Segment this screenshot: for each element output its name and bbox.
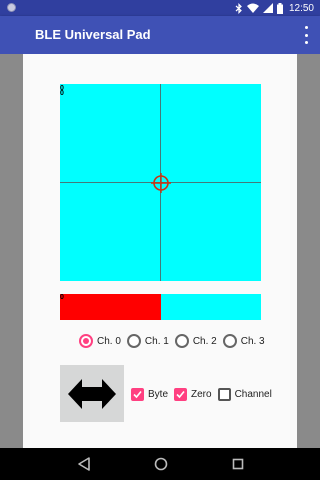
byte-checkbox[interactable]: Byte xyxy=(131,387,169,401)
radio-button[interactable] xyxy=(79,334,93,348)
wifi-icon xyxy=(246,3,259,13)
touch-pad[interactable]: 0 0 xyxy=(60,84,261,281)
checkbox-label: Byte xyxy=(148,388,169,400)
radio-ch-0[interactable]: Ch. 0 xyxy=(79,334,121,348)
radio-ch-2[interactable]: Ch. 2 xyxy=(174,334,217,348)
status-time: 12:50 xyxy=(288,2,314,14)
notification-dot-icon xyxy=(7,3,16,12)
crosshair-icon[interactable] xyxy=(151,173,171,193)
radio-label: Ch. 0 xyxy=(97,335,121,347)
app-title: BLE Universal Pad xyxy=(35,27,151,42)
zero-checkbox[interactable]: Zero xyxy=(174,387,212,401)
overflow-menu-icon[interactable] xyxy=(302,26,310,44)
radio-button[interactable] xyxy=(126,334,141,348)
radio-ch-3[interactable]: Ch. 3 xyxy=(222,334,265,348)
pad-y-value: 0 xyxy=(60,90,64,97)
left-margin xyxy=(0,54,23,448)
radio-button[interactable] xyxy=(174,334,189,348)
battery-icon xyxy=(276,2,283,14)
checkbox-label: Channel xyxy=(234,388,272,400)
value-slider[interactable]: 0 xyxy=(60,294,261,320)
navigation-bar xyxy=(0,448,320,480)
radio-label: Ch. 3 xyxy=(240,335,265,347)
checkmark-icon xyxy=(133,390,142,398)
cell-signal-icon xyxy=(262,3,273,13)
direction-toggle-button[interactable] xyxy=(60,365,124,422)
radio-label: Ch. 2 xyxy=(192,335,217,347)
checkbox-box[interactable] xyxy=(174,387,188,401)
recent-apps-icon[interactable] xyxy=(231,456,245,472)
checkbox-label: Zero xyxy=(191,388,212,400)
bluetooth-icon xyxy=(235,2,242,14)
app-bar: BLE Universal Pad xyxy=(0,16,320,54)
channel-checkbox[interactable]: Channel xyxy=(217,387,272,401)
options-checkboxes: Byte Zero Channel xyxy=(131,386,278,402)
home-icon[interactable] xyxy=(154,456,168,472)
status-icons: 12:50 xyxy=(235,0,314,16)
main-content: 0 0 0 Ch. 0 Ch. 1 Ch. 2 Ch. 3 Byte Zero … xyxy=(23,54,297,448)
back-icon[interactable] xyxy=(77,456,91,472)
checkmark-icon xyxy=(176,390,185,398)
radio-ch-1[interactable]: Ch. 1 xyxy=(126,334,169,348)
status-bar: 12:50 xyxy=(0,0,320,16)
slider-value: 0 xyxy=(60,294,64,301)
checkbox-box[interactable] xyxy=(131,387,144,401)
radio-button[interactable] xyxy=(222,334,237,348)
double-arrow-horizontal-icon xyxy=(68,379,116,409)
slider-fill xyxy=(60,294,161,320)
channel-radio-group: Ch. 0 Ch. 1 Ch. 2 Ch. 3 xyxy=(79,333,271,349)
radio-label: Ch. 1 xyxy=(144,335,169,347)
right-margin xyxy=(297,54,320,448)
checkbox-box[interactable] xyxy=(217,387,231,401)
